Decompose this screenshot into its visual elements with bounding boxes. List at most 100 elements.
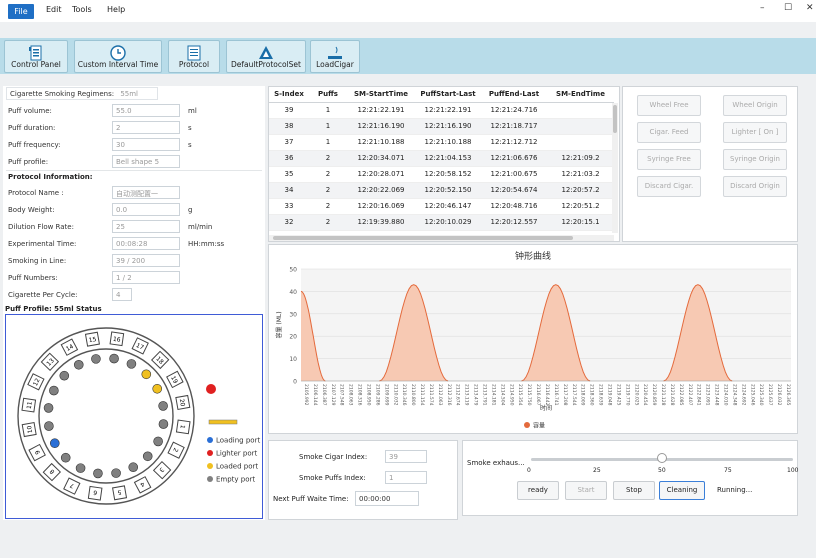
next-puff-input[interactable]: 00:00:00 xyxy=(355,491,419,506)
vertical-scrollbar[interactable] xyxy=(612,103,618,233)
divider xyxy=(6,170,262,171)
carousel-slot[interactable]: 2 xyxy=(167,441,185,459)
col-header[interactable]: S-Index xyxy=(269,87,309,103)
carousel-slot[interactable]: 9 xyxy=(28,443,46,462)
table-row[interactable]: 35 2 12:20:28.071 12:20:58.152 12:21:00.675 1… xyxy=(269,166,614,183)
port-dot xyxy=(93,468,103,479)
stop-button[interactable]: Stop xyxy=(613,481,655,500)
smoking-in-line-input[interactable]: 39 / 200 xyxy=(112,254,180,267)
carousel-slot[interactable]: 6 xyxy=(87,485,103,501)
discard-origin-button[interactable]: Discard Origin xyxy=(723,176,787,197)
syringe-free-button[interactable]: Syringe Free xyxy=(637,149,701,170)
protocol-name-input[interactable]: 自动测配置一 xyxy=(112,186,180,199)
discard-cigar-button[interactable]: Discard Cigar. xyxy=(637,176,701,197)
carousel-slot[interactable]: 5 xyxy=(112,485,128,501)
dilution-flow-input[interactable]: 25 xyxy=(112,220,180,233)
carousel-slot[interactable]: 19 xyxy=(166,370,184,389)
wheel-origin-button[interactable]: Wheel Origin xyxy=(723,95,787,116)
x-tick-label: 2122.841 xyxy=(696,384,702,406)
carousel-panel: 15 16 17 18 19 20 1 2 3 4 5 6 7 8 9 10 11 12 13 14 Loading p… xyxy=(5,314,263,519)
maximize-button[interactable]: ☐ xyxy=(784,3,792,13)
table-row[interactable]: 33 2 12:20:16.069 12:20:46.147 12:20:48.716 1… xyxy=(269,198,614,215)
carousel-slot[interactable]: 4 xyxy=(133,476,152,494)
col-header[interactable]: SM-StartTime xyxy=(347,87,415,103)
carousel-slot[interactable]: 1 xyxy=(175,419,191,435)
protocol-button[interactable]: Protocol xyxy=(168,40,220,73)
legend-label: Loading port xyxy=(216,437,260,445)
slot-number: 15 xyxy=(88,336,97,344)
puffs-index-input[interactable]: 1 xyxy=(385,471,427,484)
menu-file[interactable]: File xyxy=(8,4,34,19)
lighter-on-button[interactable]: Lighter [ On ] xyxy=(723,122,787,143)
col-header[interactable]: PuffStart-Last xyxy=(415,87,481,103)
menu-tools[interactable]: Tools xyxy=(72,5,92,14)
carousel-slot[interactable]: 10 xyxy=(21,422,37,438)
table-row[interactable]: 32 2 12:19:39.880 12:20:10.029 12:20:12.557 1… xyxy=(269,214,614,231)
custom-interval-button[interactable]: Custom Interval Time xyxy=(74,40,162,73)
carousel-slot[interactable]: 14 xyxy=(60,338,79,356)
carousel-slot[interactable]: 3 xyxy=(152,460,172,480)
col-header[interactable]: SM-EndTime xyxy=(547,87,614,103)
carousel-slot[interactable]: 13 xyxy=(40,352,60,372)
carousel-slot[interactable]: 16 xyxy=(109,331,125,347)
carousel-slot[interactable]: 12 xyxy=(27,373,45,391)
carousel-slot[interactable]: 11 xyxy=(21,397,37,413)
puff-numbers-input[interactable]: 1 / 2 xyxy=(112,271,180,284)
table-cell: 12:20:10.029 xyxy=(415,214,481,231)
scrollbar-thumb[interactable] xyxy=(613,105,617,133)
regimen-box: Cigarette Smoking Regimens: 55ml xyxy=(6,87,158,100)
x-tick-label: 2113.479 xyxy=(473,384,479,406)
table-cell: 38 xyxy=(269,118,309,135)
puff-duration-input[interactable]: 2 xyxy=(112,121,180,134)
cigarette-icon xyxy=(208,419,238,425)
y-tick-label: 30 xyxy=(289,311,297,318)
slot-number: 16 xyxy=(112,336,121,344)
carousel-slot[interactable]: 18 xyxy=(150,350,170,370)
carousel-slot[interactable]: 7 xyxy=(63,477,81,495)
horizontal-scrollbar[interactable] xyxy=(269,235,614,241)
x-tick-label: 2119.770 xyxy=(624,384,630,406)
table-cell: 12:21:00.675 xyxy=(481,166,547,183)
table-row[interactable]: 34 2 12:20:22.069 12:20:52.150 12:20:54.674 1… xyxy=(269,182,614,199)
menu-edit[interactable]: Edit xyxy=(46,5,62,14)
x-tick-label: 2120.859 xyxy=(651,384,657,406)
puff-frequency-input[interactable]: 30 xyxy=(112,138,180,151)
syringe-origin-button[interactable]: Syringe Origin xyxy=(723,149,787,170)
puff-profile-input[interactable]: Bell shape 5 xyxy=(112,155,180,168)
table-row[interactable]: 39 1 12:21:22.191 12:21:22.191 12:21:24.716 xyxy=(269,102,614,119)
regimen-label: Cigarette Smoking Regimens: xyxy=(10,90,115,98)
wheel-free-button[interactable]: Wheel Free xyxy=(637,95,701,116)
x-tick-label: 2112.316 xyxy=(446,384,452,406)
col-header[interactable]: Puffs xyxy=(309,87,347,103)
x-tick-label: 2115.354 xyxy=(517,384,523,406)
minimize-button[interactable]: – xyxy=(760,3,765,13)
cigar-feed-button[interactable]: Cigar. Feed xyxy=(637,122,701,143)
cleaning-button[interactable]: Cleaning xyxy=(659,481,705,500)
load-cigar-button[interactable]: LoadCigar xyxy=(310,40,360,73)
col-header[interactable]: PuffEnd-Last xyxy=(481,87,547,103)
carousel-slot[interactable]: 20 xyxy=(175,394,191,410)
cigarette-per-cycle-input[interactable]: 4 xyxy=(112,288,132,301)
carousel-slot[interactable]: 17 xyxy=(131,337,149,355)
legend-marker[interactable] xyxy=(524,422,530,428)
menu-help[interactable]: Help xyxy=(107,5,125,14)
x-tick-label: 2109.286 xyxy=(374,384,380,406)
cigar-index-input[interactable]: 39 xyxy=(385,450,427,463)
experimental-time-input[interactable]: 00:08:28 xyxy=(112,237,180,250)
default-protocol-set-button[interactable]: DefaultProtocolSet xyxy=(226,40,306,73)
table-row[interactable]: 36 2 12:20:34.071 12:21:04.153 12:21:06.676 1… xyxy=(269,150,614,167)
ready-button[interactable]: ready xyxy=(517,481,559,500)
table-row[interactable]: 38 1 12:21:16.190 12:21:16.190 12:21:18.717 xyxy=(269,118,614,135)
control-panel-button[interactable]: Control Panel xyxy=(4,40,68,73)
exhaust-slider-thumb[interactable] xyxy=(657,453,667,463)
scrollbar-thumb[interactable] xyxy=(273,236,573,240)
puff-volume-input[interactable]: 55.0 xyxy=(112,104,180,117)
table-row[interactable]: 37 1 12:21:10.188 12:21:10.188 12:21:12.712 xyxy=(269,134,614,151)
lighter-indicator xyxy=(206,384,216,394)
body-weight-input[interactable]: 0.0 xyxy=(112,203,180,216)
close-button[interactable]: ✕ xyxy=(806,3,814,13)
protocol-row: Protocol Name : 自动测配置一 xyxy=(6,185,264,201)
start-button[interactable]: Start xyxy=(565,481,607,500)
carousel-slot[interactable]: 15 xyxy=(84,331,100,347)
carousel-slot[interactable]: 8 xyxy=(42,462,62,482)
